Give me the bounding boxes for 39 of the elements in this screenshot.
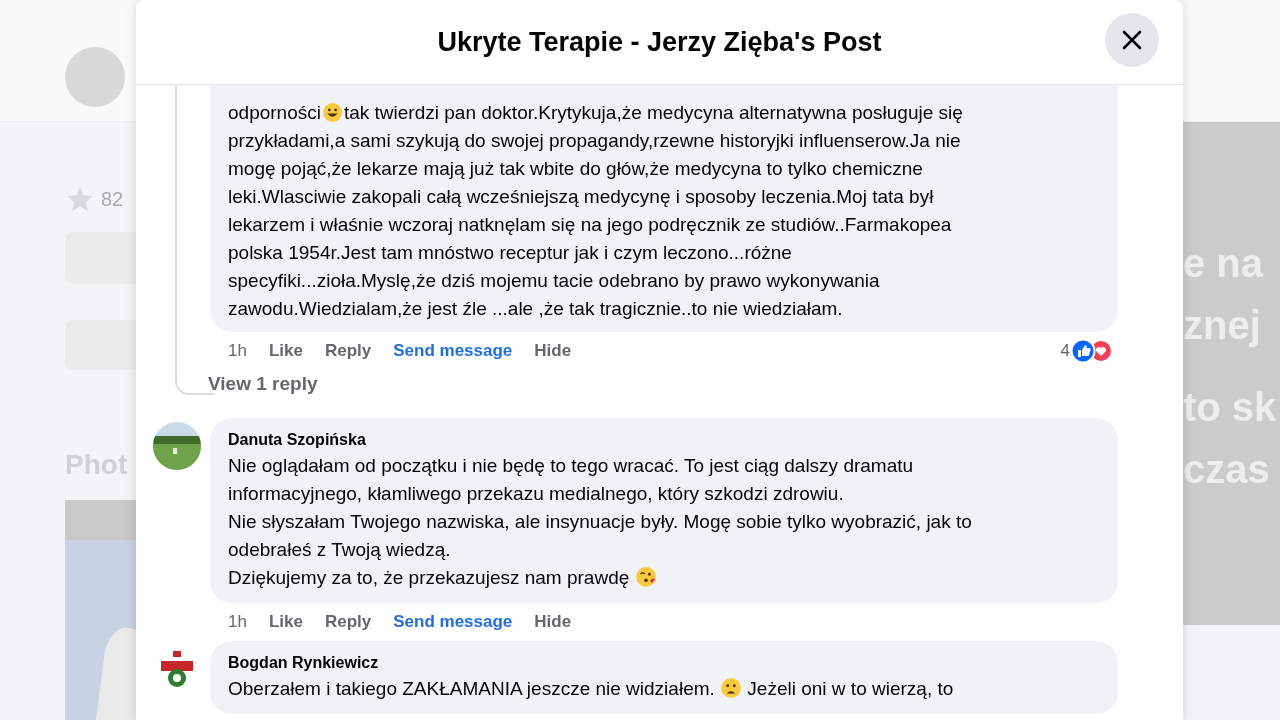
comment-text: leki.Wlasciwie zakopali całą wcześniejszą medycynę i sposoby leczenia.Moj tata był: [228, 185, 935, 209]
profile-action-bar: [65, 232, 136, 284]
dialog-title: Ukryte Terapie - Jerzy Zięba's Post: [437, 25, 882, 59]
kissing-face-icon: [634, 566, 657, 588]
reaction-count: 4: [1060, 340, 1070, 363]
comment-text: Nie słyszałam Twojego nazwiska, ale insynuacje były. Mogę sobie tylko wyobrazić, jak to: [228, 510, 973, 534]
comment-text: specyfiki...zioła.Myslę,że dziś mojemu tacie odebrano by prawo wykonywania: [228, 269, 881, 293]
comment-text: mogę pojąć,że lekarze mają już tak wbite do głów,że medycyna to tylko chemiczne: [228, 157, 924, 181]
comment-author[interactable]: Bogdan Rynkiewicz: [228, 651, 1100, 675]
comment-text: Oberzałem i takiego ZAKŁAMANIA jeszcze nie widziałem. Jeżeli oni w to wierzą, to: [228, 676, 955, 701]
comment-time: 1h: [228, 340, 247, 363]
comment-time: 1h: [228, 611, 247, 634]
comment-author[interactable]: Danuta Szopińska: [228, 428, 1100, 452]
profile-action-bar: [65, 320, 136, 370]
comment-text: przykładami,a sami szykują do swojej propagandy,rzewne historyjki influenserow.Ja nie: [228, 129, 962, 153]
frowning-face-icon: [720, 677, 743, 699]
comment-action-link[interactable]: Hide: [534, 338, 572, 364]
comment-action-link[interactable]: Reply: [324, 609, 372, 635]
profile-avatar: [65, 47, 125, 107]
comment-text: odporności tak twierdzi pan doktor.Krytykuja,że medycyna alternatywna posługuje się: [228, 101, 964, 125]
comment-action-link[interactable]: Send message: [393, 338, 513, 364]
reactions-icon: [1070, 338, 1114, 364]
close-icon: [1121, 29, 1143, 51]
comment-action-link[interactable]: Hide: [534, 609, 572, 635]
close-button[interactable]: [1105, 13, 1159, 67]
comment-action-link[interactable]: Like: [268, 609, 303, 635]
comment-text: odebrałeś z Twoją wiedzą.: [228, 538, 452, 562]
view-replies-link[interactable]: View 1 reply: [208, 371, 318, 397]
comment-text: Dziękujemy za to, że przekazujesz nam prawdę: [228, 564, 1100, 592]
comment-action-link[interactable]: Like: [268, 338, 303, 364]
comment-text: informacyjnego, kłamliwego przekazu medialnego, który szkodzi zdrowiu.: [228, 482, 845, 506]
profile-stat: 82: [101, 187, 124, 212]
comment-text: zawodu.Wiedzialam,że jest źle ...ale ,że tak tragicznie..to nie wiedziałam.: [228, 297, 844, 321]
comment-text: lekarzem i właśnie wczoraj natknęlam się na jego podręcznik ze studiów..Farmakopea: [228, 213, 953, 237]
comment-action-link[interactable]: Send message: [393, 609, 513, 635]
grinning-face-icon: [321, 102, 343, 123]
comment-text: polska 1954r.Jest tam mnóstwo receptur jak i czym leczono...różne: [228, 241, 793, 265]
comment-text: Nie oglądałam od początku i nie będę to tego wracać. To jest ciąg dalszy dramatu: [228, 454, 915, 478]
comment-action-link[interactable]: Reply: [324, 338, 372, 364]
